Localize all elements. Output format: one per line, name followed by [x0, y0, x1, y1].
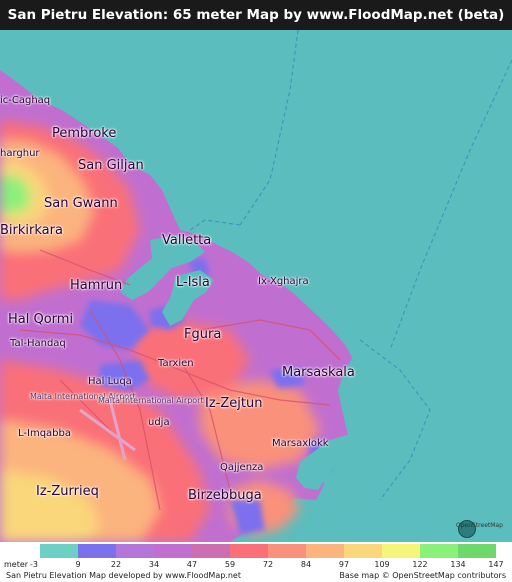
- legend-swatch: [382, 544, 420, 558]
- legend-swatch: [78, 544, 116, 558]
- map-label-pembroke: Pembroke: [52, 126, 117, 141]
- legend-swatch: [268, 544, 306, 558]
- elevation-legend: meter -3 9 22 34 47 59 72 84 97 109 122 134 147 San …: [0, 542, 512, 582]
- map-label-san-gwann: San Gwann: [44, 196, 118, 211]
- map-label-hal-qormi: Hal Qormi: [8, 312, 74, 327]
- map-label-fgura: Fgura: [184, 327, 222, 342]
- elevation-map[interactable]: ic-Caghaq Pembroke harghur San Giljan Sa…: [0, 30, 512, 542]
- footer-credit: San Pietru Elevation Map developed by ww…: [6, 571, 241, 580]
- legend-tick: -3: [30, 560, 38, 569]
- legend-swatch: [154, 544, 192, 558]
- map-label-ix-xghajra: Ix-Xghajra: [258, 276, 309, 287]
- legend-tick: 59: [224, 560, 236, 569]
- legend-swatch: [192, 544, 230, 558]
- legend-swatch: [420, 544, 458, 558]
- legend-color-scale: [40, 544, 496, 558]
- legend-swatch: [40, 544, 78, 558]
- map-label-birkirkara: Birkirkara: [0, 223, 63, 238]
- map-label-udja: udja: [148, 417, 170, 428]
- legend-unit-label: meter: [4, 560, 29, 569]
- map-label-ic-caghaq: ic-Caghaq: [0, 95, 51, 106]
- map-label-qajjenza: Qajjenza: [220, 462, 264, 473]
- map-label-hamrun: Hamrun: [70, 278, 123, 293]
- legend-tick: 97: [338, 560, 350, 569]
- map-label-l-isla: L-Isla: [176, 275, 210, 290]
- openstreetmap-badge[interactable]: OpenStreetMap: [456, 522, 503, 529]
- legend-swatch: [116, 544, 154, 558]
- legend-tick: 72: [262, 560, 274, 569]
- map-label-marsaxlokk: Marsaxlokk: [272, 438, 329, 449]
- map-label-tarxien: Tarxien: [158, 358, 194, 369]
- map-label-gharghur: harghur: [0, 148, 40, 159]
- map-label-malta-international-airport: Malta International Airport: [98, 396, 204, 405]
- legend-tick: 9: [75, 560, 81, 569]
- legend-swatch: [230, 544, 268, 558]
- legend-tick: 122: [412, 560, 428, 569]
- map-label-l-imqabba: L-Imqabba: [18, 428, 71, 439]
- map-label-tal-handaq: Tal-Handaq: [10, 338, 66, 349]
- map-title: San Pietru Elevation: 65 meter Map by ww…: [0, 0, 512, 30]
- legend-swatch: [344, 544, 382, 558]
- legend-tick: 34: [148, 560, 160, 569]
- legend-tick: 22: [110, 560, 122, 569]
- legend-tick: 84: [300, 560, 312, 569]
- footer-attribution: Base map © OpenStreetMap contributors: [339, 571, 506, 580]
- map-label-marsaskala: Marsaskala: [282, 365, 355, 380]
- map-label-birzebbuga: Birzebbuga: [188, 488, 262, 503]
- map-label-iz-zejtun: Iz-Zejtun: [205, 396, 263, 411]
- map-label-hal-luqa: Hal Luqa: [88, 376, 132, 387]
- legend-tick: 47: [186, 560, 198, 569]
- legend-tick: 109: [374, 560, 390, 569]
- legend-swatch: [458, 544, 496, 558]
- legend-tick: 147: [488, 560, 504, 569]
- map-footer: San Pietru Elevation Map developed by ww…: [0, 571, 512, 582]
- map-label-iz-zurrieq: Iz-Zurrieq: [36, 484, 99, 499]
- legend-tick: 134: [450, 560, 466, 569]
- map-label-san-giljan: San Giljan: [78, 158, 144, 173]
- map-label-valletta: Valletta: [162, 233, 212, 248]
- legend-swatch: [306, 544, 344, 558]
